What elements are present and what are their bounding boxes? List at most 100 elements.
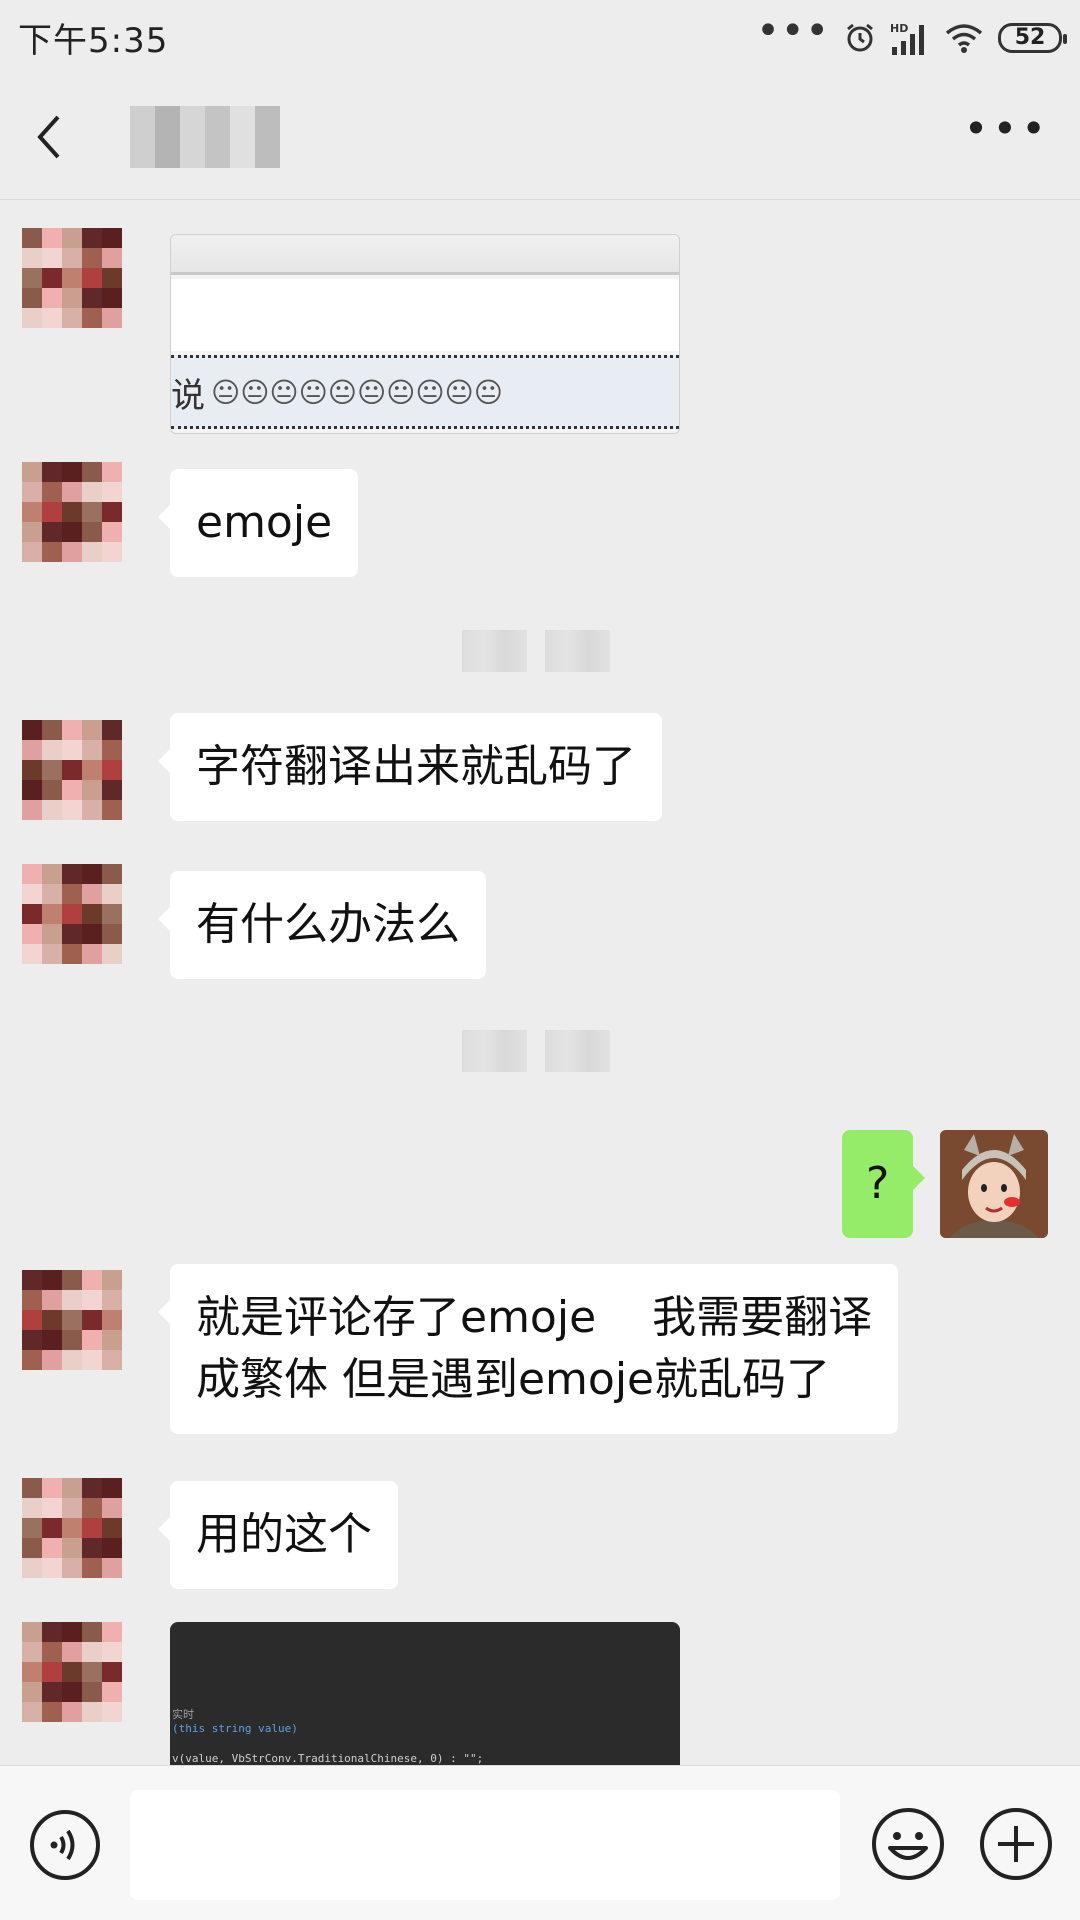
avatar-pixel [62, 740, 82, 760]
avatar-pixel [42, 1518, 62, 1538]
message-bubble[interactable]: 就是评论存了emoje 我需要翻译 成繁体 但是遇到emoje就乱码了 [157, 1264, 899, 1434]
message-list[interactable]: 说 😐😐😐😐😐😐😐😐😐😐 emoje 字符翻译出来就乱码了 有什么办法么 ? 就… [0, 200, 1080, 1765]
avatar-pixel [62, 1702, 82, 1722]
avatar-pixel [42, 904, 62, 924]
avatar-pixel [22, 944, 42, 964]
avatar-pixel [62, 720, 82, 740]
avatar-pixel [42, 1330, 62, 1350]
avatar-pixel [62, 1518, 82, 1538]
avatar-pixel [82, 924, 102, 944]
avatar-pixel [22, 884, 42, 904]
avatar-pixel [22, 1270, 42, 1290]
name-pixel [255, 106, 280, 137]
image-message[interactable]: 说 😐😐😐😐😐😐😐😐😐😐 [170, 234, 680, 434]
avatar-pixel [82, 904, 102, 924]
signal-icon: HD [890, 22, 924, 55]
avatar-pixel [62, 248, 82, 268]
avatar-pixel [102, 1642, 122, 1662]
avatar-pixel [102, 288, 122, 308]
avatar-pixel [42, 308, 62, 328]
avatar-pixel [62, 1538, 82, 1558]
avatar-pixel [102, 1682, 122, 1702]
avatar-pixel [22, 1350, 42, 1370]
avatar-pixel [22, 1498, 42, 1518]
message-bubble[interactable]: 字符翻译出来就乱码了 [158, 713, 662, 821]
my-message-bubble[interactable]: ? [842, 1130, 926, 1238]
plus-icon[interactable] [978, 1806, 1054, 1882]
avatar[interactable] [22, 462, 122, 562]
avatar-pixel [42, 462, 62, 482]
battery-level: 52 [1014, 25, 1046, 50]
message-input[interactable] [130, 1790, 840, 1900]
avatar-pixel [62, 268, 82, 288]
avatar-pixel [42, 740, 62, 760]
avatar-pixel [42, 1702, 62, 1722]
avatar[interactable] [22, 1478, 122, 1578]
avatar-pixel [82, 1538, 102, 1558]
alarm-icon [847, 23, 873, 51]
avatar-pixel [42, 1682, 62, 1702]
my-avatar[interactable] [940, 1130, 1048, 1238]
avatar[interactable] [22, 228, 122, 328]
notification-dots-icon: ••• [756, 7, 830, 54]
avatar-pixel [82, 1622, 102, 1642]
voice-icon[interactable] [28, 1808, 102, 1882]
avatar-pixel [22, 1538, 42, 1558]
avatar-pixel [22, 1662, 42, 1682]
avatar-pixel [22, 800, 42, 820]
message-bubble[interactable]: 用的这个 [158, 1481, 398, 1589]
avatar-pixel [102, 1330, 122, 1350]
avatar-pixel [82, 884, 102, 904]
avatar-pixel [22, 720, 42, 740]
emoji-icon[interactable] [870, 1806, 946, 1882]
name-pixel [230, 137, 255, 168]
avatar-pixel [102, 740, 122, 760]
avatar-pixel [62, 462, 82, 482]
avatar[interactable] [22, 864, 122, 964]
avatar[interactable] [22, 720, 122, 820]
message-bubble[interactable]: emoje [157, 469, 359, 577]
code-line: v(value, VbStrConv.TraditionalChinese, 0… [172, 1752, 484, 1765]
avatar-pixel [62, 1558, 82, 1578]
avatar-pixel [22, 864, 42, 884]
avatar-pixel [102, 720, 122, 740]
avatar-pixel [42, 502, 62, 522]
avatar-pixel [22, 1310, 42, 1330]
avatar-pixel [102, 1498, 122, 1518]
avatar-pixel [22, 1622, 42, 1642]
avatar-pixel [42, 1622, 62, 1642]
status-icons: ••• HD 52 [756, 7, 1067, 55]
avatar-pixel [42, 1538, 62, 1558]
avatar-pixel [22, 248, 42, 268]
avatar-pixel [82, 1558, 102, 1578]
avatar-pixel [62, 1330, 82, 1350]
code-image-message[interactable]: 实时 (this string value) v(value, VbStrCon… [170, 1622, 680, 1765]
more-icon[interactable]: ••• [964, 108, 1050, 150]
avatar-pixel [42, 1350, 62, 1370]
contact-name-pixelated [130, 106, 280, 168]
avatar-pixel [102, 1270, 122, 1290]
avatar[interactable] [22, 1622, 122, 1722]
avatar-pixel [42, 720, 62, 740]
avatar-pixel [82, 522, 102, 542]
avatar-pixel [22, 1290, 42, 1310]
status-bar: 下午5:35 ••• HD 52 [0, 0, 1080, 75]
code-line: 实时 [172, 1708, 194, 1721]
avatar-pixel [82, 542, 102, 562]
emoji-faces: 😐😐😐😐😐😐😐😐😐😐 [211, 375, 503, 409]
avatar-pixel [102, 228, 122, 248]
avatar-pixel [62, 904, 82, 924]
avatar-pixel [102, 522, 122, 542]
avatar-pixel [42, 1478, 62, 1498]
chat-header: ••• [0, 75, 1080, 200]
avatar[interactable] [22, 1270, 122, 1370]
avatar-pixel [42, 944, 62, 964]
chevron-left-icon[interactable] [30, 107, 70, 167]
avatar-pixel [82, 740, 102, 760]
battery-indicator: 52 [998, 22, 1067, 53]
avatar-pixel [102, 248, 122, 268]
avatar-pixel [82, 268, 102, 288]
message-bubble[interactable]: 有什么办法么 [158, 871, 486, 979]
avatar-pixel [82, 864, 102, 884]
avatar-pixel [22, 288, 42, 308]
